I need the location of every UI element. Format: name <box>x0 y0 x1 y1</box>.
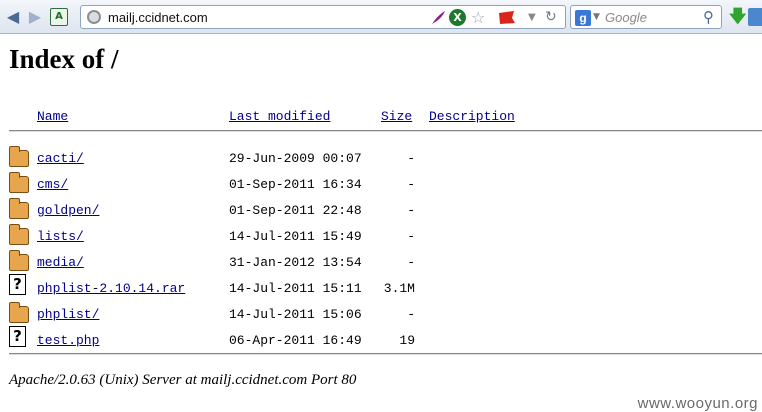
sort-by-size-link[interactable]: Size <box>381 109 412 124</box>
folder-icon[interactable] <box>9 224 29 245</box>
sort-by-description-link[interactable]: Description <box>429 109 515 124</box>
forward-arrow-icon[interactable]: ▶ <box>26 8 44 26</box>
folder-icon[interactable] <box>9 302 29 323</box>
entry-size: - <box>407 203 415 218</box>
entry-name-link[interactable]: lists/ <box>37 229 84 244</box>
table-row: lists/14-Jul-2011 15:49 - <box>0 224 762 251</box>
watermark: www.wooyun.org <box>637 395 758 412</box>
entry-name-link[interactable]: cacti/ <box>37 151 84 166</box>
header-divider <box>9 130 762 132</box>
folder-icon[interactable] <box>9 198 29 219</box>
google-icon[interactable]: g <box>575 10 591 26</box>
server-signature: Apache/2.0.63 (Unix) Server at mailj.cci… <box>9 372 357 388</box>
address-bar[interactable]: mailj.ccidnet.com X ☆ ▼ ↻ <box>80 5 566 29</box>
entry-last-modified: 29-Jun-2009 00:07 <box>229 151 362 166</box>
addon-icon[interactable]: A <box>50 8 68 26</box>
page-content: Index of / Name Last modified Size Descr… <box>0 35 762 412</box>
table-row: phplist/14-Jul-2011 15:06 - <box>0 302 762 329</box>
globe-icon <box>87 10 101 24</box>
search-input[interactable] <box>605 9 701 26</box>
table-row: media/31-Jan-2012 13:54 - <box>0 250 762 277</box>
entry-last-modified: 31-Jan-2012 13:54 <box>229 255 362 270</box>
entry-name-link[interactable]: test.php <box>37 333 99 348</box>
entry-size: - <box>407 307 415 322</box>
flag-icon[interactable] <box>497 9 515 26</box>
table-row: ? test.php 06-Apr-2011 16:49 19 <box>0 326 762 355</box>
search-icon[interactable]: ⚲ <box>703 8 714 26</box>
entry-last-modified: 06-Apr-2011 16:49 <box>229 333 362 348</box>
entry-size: 3.1M <box>383 281 415 296</box>
entry-last-modified: 14-Jul-2011 15:06 <box>229 307 362 322</box>
search-bar[interactable]: g ▼ ⚲ <box>570 5 722 29</box>
entry-last-modified: 14-Jul-2011 15:11 <box>229 281 362 296</box>
entry-size: - <box>407 177 415 192</box>
menu-icon[interactable] <box>748 8 762 26</box>
sort-by-name-link[interactable]: Name <box>37 109 68 124</box>
folder-icon[interactable] <box>9 172 29 193</box>
url-text[interactable]: mailj.ccidnet.com <box>108 10 208 25</box>
folder-icon[interactable] <box>9 146 29 167</box>
entry-last-modified: 01-Sep-2011 16:34 <box>229 177 362 192</box>
entry-name-link[interactable]: goldpen/ <box>37 203 99 218</box>
table-row: ? phplist-2.10.14.rar 14-Jul-2011 15:11 3.1… <box>0 274 762 303</box>
entry-last-modified: 01-Sep-2011 22:48 <box>229 203 362 218</box>
table-row: cacti/29-Jun-2009 00:07 - <box>0 146 762 173</box>
sort-by-last-modified-link[interactable]: Last modified <box>229 109 330 124</box>
entry-name-link[interactable]: cms/ <box>37 177 68 192</box>
feather-icon[interactable] <box>430 9 447 26</box>
table-row: goldpen/01-Sep-2011 22:48 - <box>0 198 762 225</box>
unknown-file-icon[interactable]: ? <box>9 326 26 347</box>
history-dropdown-icon[interactable]: ▼ <box>528 9 545 26</box>
entry-name-link[interactable]: media/ <box>37 255 84 270</box>
folder-icon[interactable] <box>9 250 29 271</box>
reload-icon[interactable]: ↻ <box>545 9 562 26</box>
x-badge-icon[interactable]: X <box>449 9 466 26</box>
entry-size: - <box>407 255 415 270</box>
entry-size: - <box>407 229 415 244</box>
footer-divider <box>9 353 762 355</box>
entry-name-link[interactable]: phplist/ <box>37 307 99 322</box>
back-arrow-icon[interactable]: ◀ <box>4 8 22 26</box>
browser-toolbar: ◀ ▶ A mailj.ccidnet.com X ☆ ▼ ↻ g ▼ ⚲ 🡇 <box>0 0 762 34</box>
download-arrow-icon[interactable]: 🡇 <box>729 8 746 26</box>
table-row: cms/01-Sep-2011 16:34 - <box>0 172 762 199</box>
unknown-file-icon[interactable]: ? <box>9 274 26 295</box>
entry-last-modified: 14-Jul-2011 15:49 <box>229 229 362 244</box>
entry-size: 19 <box>399 333 415 348</box>
bookmark-star-icon[interactable]: ☆ <box>471 9 488 26</box>
engine-dropdown-icon[interactable]: ▼ <box>593 12 600 22</box>
entry-name-link[interactable]: phplist-2.10.14.rar <box>37 281 185 296</box>
page-title: Index of / <box>9 44 119 74</box>
entry-size: - <box>407 151 415 166</box>
